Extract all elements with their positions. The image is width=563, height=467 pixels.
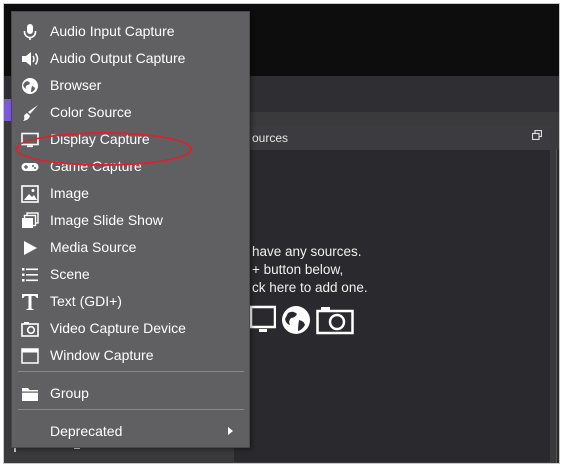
sources-empty-message[interactable]: have any sources. + button below, ck her… (252, 243, 512, 297)
dock-marker (559, 204, 560, 208)
menu-separator (18, 371, 244, 372)
microphone-icon (23, 24, 37, 40)
menu-item-image-slide-show[interactable]: Image Slide Show (12, 207, 249, 234)
menu-item-group[interactable]: Group (12, 380, 249, 407)
monitor-icon (250, 305, 276, 332)
camera-icon (21, 322, 39, 337)
globe-icon (22, 78, 38, 94)
empty-line-2: + button below, (252, 262, 344, 277)
empty-line-3: ck here to add one. (252, 280, 368, 295)
menu-item-label: Audio Output Capture (50, 50, 186, 66)
menu-item-label: Media Source (50, 239, 137, 255)
gamepad-icon (21, 163, 39, 171)
menu-item-color-source[interactable]: Color Source (12, 99, 249, 126)
slideshow-icon (22, 212, 39, 228)
menu-item-label: Video Capture Device (50, 320, 186, 336)
menu-item-image[interactable]: Image (12, 180, 249, 207)
menu-item-audio-output-capture[interactable]: Audio Output Capture (12, 45, 249, 72)
menu-item-label: Browser (50, 77, 102, 93)
menu-item-audio-input-capture[interactable]: Audio Input Capture (12, 18, 249, 45)
window-icon (21, 348, 39, 364)
sources-dock-title-bar: ources (234, 126, 550, 150)
empty-line-1: have any sources. (252, 244, 362, 259)
menu-separator (18, 409, 244, 410)
submenu-arrow-icon (228, 427, 233, 435)
menu-item-label: Deprecated (50, 423, 123, 439)
right-dock-edge (556, 149, 560, 463)
menu-item-browser[interactable]: Browser (12, 72, 249, 99)
folder-icon (22, 388, 38, 401)
menu-item-label: Window Capture (50, 347, 154, 363)
add-source-menu: Audio Input Capture Audio Output Capture… (11, 11, 250, 448)
menu-item-video-capture-device[interactable]: Video Capture Device (12, 315, 249, 342)
menu-item-label: Text (GDI+) (50, 293, 122, 309)
brush-icon (23, 105, 38, 121)
menu-item-window-capture[interactable]: Window Capture (12, 342, 249, 369)
menu-item-deprecated[interactable]: Deprecated (12, 418, 249, 445)
menu-item-label: Image (50, 185, 89, 201)
annotation-highlight-ellipse (15, 132, 192, 166)
sources-dock-title: ources (252, 131, 289, 145)
menu-item-label: Scene (50, 266, 90, 282)
menu-item-media-source[interactable]: Media Source (12, 234, 249, 261)
image-icon (21, 185, 39, 203)
camera-icon (316, 307, 354, 335)
menu-item-text-gdi[interactable]: Text (GDI+) (12, 288, 249, 315)
play-icon (24, 241, 37, 255)
menu-item-label: Color Source (50, 104, 132, 120)
sources-dock[interactable]: ources have any sources. + button below,… (234, 126, 550, 462)
menu-item-scene[interactable]: Scene (12, 261, 249, 288)
globe-icon (282, 306, 310, 334)
list-icon (22, 268, 38, 282)
menu-item-label: Group (50, 385, 89, 401)
undock-icon[interactable] (532, 130, 542, 140)
menu-item-label: Audio Input Capture (50, 23, 175, 39)
speaker-icon (22, 52, 39, 66)
dock-marker (559, 249, 560, 253)
text-icon (22, 294, 38, 310)
empty-sources-icons (250, 302, 354, 338)
menu-item-label: Image Slide Show (50, 212, 163, 228)
dock-marker (559, 289, 560, 293)
